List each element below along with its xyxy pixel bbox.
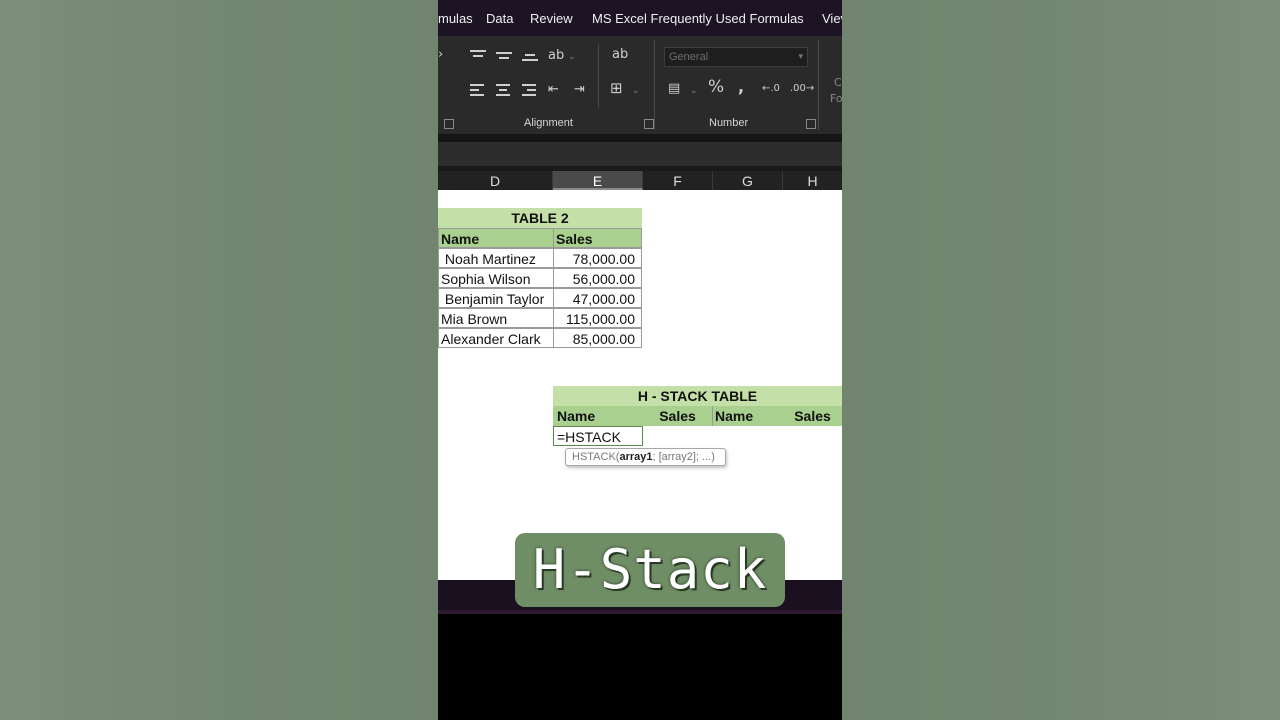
chevron-down-icon[interactable]: ⌄ bbox=[690, 84, 698, 98]
table2-cell-sales[interactable]: 78,000.00 bbox=[553, 248, 642, 268]
chevron-down-icon: ▾ bbox=[798, 51, 803, 61]
wrap-text-icon[interactable]: ab bbox=[612, 48, 628, 62]
tooltip-remaining-args: ; [array2]; ...) bbox=[652, 451, 715, 463]
worksheet-grid[interactable]: TABLE 2 Name Sales Noah Martinez 78,000.… bbox=[438, 190, 842, 580]
group-label-alignment: Alignment bbox=[524, 117, 573, 129]
function-tooltip[interactable]: HSTACK(array1; [array2]; ...) bbox=[565, 448, 726, 466]
chevron-down-icon[interactable]: ⌄ bbox=[632, 84, 640, 98]
hstack-header-sales[interactable]: Sales bbox=[643, 406, 713, 426]
column-header-f[interactable]: F bbox=[643, 171, 713, 190]
tooltip-function-name: HSTACK( bbox=[572, 451, 620, 463]
tab-data[interactable]: Data bbox=[486, 11, 513, 26]
increase-decimal-icon[interactable]: ←.0 bbox=[762, 82, 780, 96]
table2-cell-sales[interactable]: 47,000.00 bbox=[553, 288, 642, 308]
bottom-align-icon[interactable] bbox=[522, 54, 538, 66]
chevron-down-icon[interactable]: ⌄ bbox=[568, 50, 576, 64]
table2-header-name[interactable]: Name bbox=[438, 228, 554, 248]
merge-center-icon[interactable]: ⊞ bbox=[610, 81, 623, 96]
styles-fragment: Fo bbox=[830, 92, 842, 105]
hstack-header-name[interactable]: Name bbox=[553, 406, 643, 426]
decrease-indent-icon[interactable]: ⇤ bbox=[548, 83, 559, 97]
table2-cell-sales[interactable]: 56,000.00 bbox=[553, 268, 642, 288]
ribbon-tab-bar: mulas Data Review MS Excel Frequently Us… bbox=[438, 0, 842, 36]
middle-align-icon[interactable] bbox=[496, 52, 512, 64]
column-header-d[interactable]: D bbox=[438, 171, 553, 190]
column-header-h[interactable]: H bbox=[783, 171, 842, 190]
align-left-icon[interactable] bbox=[470, 84, 486, 96]
table2-header-sales[interactable]: Sales bbox=[553, 228, 642, 248]
table2-cell-name[interactable]: Mia Brown bbox=[438, 308, 554, 328]
orientation-icon[interactable]: ab bbox=[548, 49, 564, 63]
accounting-format-icon[interactable]: ▤ bbox=[668, 82, 680, 96]
video-caption: H-Stack bbox=[515, 533, 785, 607]
hstack-header-name[interactable]: Name bbox=[713, 406, 783, 426]
increase-indent-icon[interactable]: ⇥ bbox=[574, 83, 585, 97]
dialog-launcher-icon[interactable] bbox=[806, 119, 816, 129]
hstack-title[interactable]: H - STACK TABLE bbox=[553, 386, 842, 406]
table2-cell-name[interactable]: Benjamin Taylor bbox=[438, 288, 554, 308]
table2-cell-sales[interactable]: 115,000.00 bbox=[553, 308, 642, 328]
table2-cell-name[interactable]: Noah Martinez bbox=[438, 248, 554, 268]
ribbon: › ab ⌄ ab ⇤ ⇥ ⊞ ⌄ General ▾ ▤ ⌄ % , ←.0 … bbox=[438, 36, 842, 134]
group-label-number: Number bbox=[709, 117, 749, 129]
column-header-g[interactable]: G bbox=[713, 171, 783, 190]
status-bar-edge bbox=[438, 610, 842, 614]
tab-custom-formulas[interactable]: MS Excel Frequently Used Formulas bbox=[592, 11, 804, 26]
table2-cell-name[interactable]: Alexander Clark bbox=[438, 328, 554, 348]
tab-review[interactable]: Review bbox=[530, 11, 573, 26]
percent-style-icon[interactable]: % bbox=[708, 79, 724, 96]
number-format-value: General bbox=[669, 51, 709, 63]
tooltip-current-arg: array1 bbox=[619, 451, 653, 463]
tab-view[interactable]: Viev bbox=[822, 11, 842, 26]
table2-cell-name[interactable]: Sophia Wilson bbox=[438, 268, 554, 288]
hstack-header-sales[interactable]: Sales bbox=[783, 406, 842, 426]
formula-bar[interactable] bbox=[438, 142, 842, 166]
align-center-icon[interactable] bbox=[496, 84, 512, 96]
divider bbox=[598, 44, 599, 108]
number-format-select[interactable]: General ▾ bbox=[664, 47, 808, 67]
dialog-launcher-icon[interactable] bbox=[644, 119, 654, 129]
tab-formulas[interactable]: mulas bbox=[438, 11, 473, 26]
decrease-decimal-icon[interactable]: .00→ bbox=[790, 82, 814, 96]
comma-style-icon[interactable]: , bbox=[738, 79, 744, 95]
align-right-icon[interactable] bbox=[522, 84, 538, 96]
table2-title[interactable]: TABLE 2 bbox=[438, 208, 642, 228]
ribbon-bottom-edge bbox=[438, 134, 842, 142]
top-align-icon[interactable] bbox=[470, 50, 486, 62]
group-divider bbox=[654, 40, 655, 130]
column-header-e[interactable]: E bbox=[553, 171, 643, 190]
styles-fragment: C bbox=[834, 76, 842, 89]
dialog-launcher-icon[interactable] bbox=[444, 119, 454, 129]
group-divider bbox=[818, 40, 819, 130]
column-header-row: D E F G H bbox=[438, 171, 842, 190]
formula-entry-cell[interactable]: =HSTACK bbox=[553, 426, 643, 446]
table2-cell-sales[interactable]: 85,000.00 bbox=[553, 328, 642, 348]
video-frame: mulas Data Review MS Excel Frequently Us… bbox=[438, 0, 842, 720]
partial-icon: › bbox=[438, 47, 444, 62]
